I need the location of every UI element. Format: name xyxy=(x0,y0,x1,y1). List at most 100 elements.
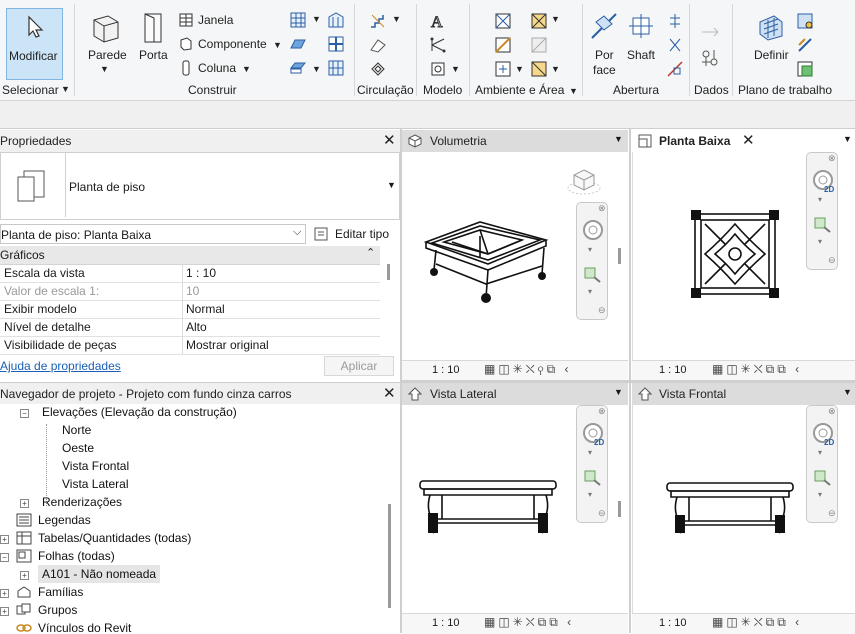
navigation-bar[interactable]: ⊗ ▾ ▾ ⊖ xyxy=(576,202,608,320)
by-face-label-line1[interactable]: Por xyxy=(595,48,614,62)
tree-item-legends[interactable]: Legendas xyxy=(38,513,91,527)
collapse-toggle-icon[interactable]: − xyxy=(20,409,29,418)
tree-item-families[interactable]: Famílias xyxy=(38,585,83,599)
set-workplane-icon[interactable] xyxy=(756,12,786,42)
tree-item-renderings[interactable]: Renderizações xyxy=(42,495,122,509)
view-scrollbar[interactable] xyxy=(618,501,621,517)
area-boundary-icon[interactable] xyxy=(530,36,548,54)
wall-dropdown-icon[interactable]: ▼ xyxy=(100,64,109,74)
view-scale-label[interactable]: 1 : 10 xyxy=(432,617,460,629)
view-scale-label[interactable]: 1 : 10 xyxy=(659,617,687,629)
wall-icon[interactable] xyxy=(90,12,122,44)
steering-wheel-icon[interactable] xyxy=(582,219,604,241)
zoom-dropdown-icon[interactable]: ▾ xyxy=(588,490,592,499)
room-icon[interactable] xyxy=(494,12,512,30)
select-dropdown-icon[interactable]: ▼ xyxy=(61,84,70,94)
show-workplane-icon[interactable] xyxy=(796,12,814,30)
view-lateral-canvas[interactable]: ⊗ 2D ▾ ▾ ⊖ xyxy=(402,405,628,613)
floor-dropdown-icon[interactable]: ▼ xyxy=(312,64,321,74)
viewer-icon[interactable] xyxy=(796,60,814,78)
prop-row-view-scale[interactable]: Escala da vista 1 : 10 xyxy=(0,264,380,283)
type-dropdown-icon[interactable]: ▼ xyxy=(387,180,396,190)
dormer-icon[interactable] xyxy=(666,60,684,78)
tab-menu-icon[interactable]: ▼ xyxy=(843,134,852,144)
tree-item-schedules[interactable]: Tabelas/Quantidades (todas) xyxy=(38,531,191,545)
type-selector[interactable]: Planta de piso ▼ xyxy=(0,152,400,220)
navbar-options-icon[interactable]: ⊖ xyxy=(828,255,836,266)
edit-type-button[interactable]: Editar tipo xyxy=(314,224,394,244)
modify-button[interactable]: Modificar xyxy=(6,8,63,80)
model-line-icon[interactable] xyxy=(429,36,447,54)
room-separator-icon[interactable] xyxy=(494,36,512,54)
door-icon[interactable] xyxy=(142,12,164,44)
room-area-dropdown-icon[interactable]: ▼ xyxy=(569,86,578,96)
railing-icon[interactable] xyxy=(369,60,387,78)
view-control-icons[interactable]: ▦◫✳︎⛌⧉⧉ ‹ xyxy=(712,615,802,630)
tab-menu-icon[interactable]: ▼ xyxy=(614,387,623,397)
expand-toggle-icon[interactable]: + xyxy=(0,607,9,616)
tree-item-revit-links[interactable]: Vínculos do Revit xyxy=(38,621,131,633)
expand-toggle-icon[interactable]: + xyxy=(20,571,29,580)
curtain-system-icon[interactable] xyxy=(328,60,344,76)
navbar-dropdown-icon[interactable]: ▾ xyxy=(818,448,822,457)
zoom-dropdown-icon[interactable]: ▾ xyxy=(818,490,822,499)
collapse-icon[interactable]: ⌃ xyxy=(366,246,375,259)
tab-planta-baixa[interactable]: Planta Baixa ✕ xyxy=(632,130,855,154)
navbar-dropdown-icon[interactable]: ▾ xyxy=(588,448,592,457)
area-dropdown-icon[interactable]: ▼ xyxy=(551,14,560,24)
window-icon[interactable] xyxy=(178,12,194,28)
tab-close-icon[interactable]: ✕ xyxy=(742,131,755,149)
column-label[interactable]: Coluna xyxy=(198,61,236,75)
navbar-close-icon[interactable]: ⊗ xyxy=(598,203,606,214)
prop-row-display-model[interactable]: Exibir modelo Normal xyxy=(0,300,380,319)
tree-item-sheets[interactable]: Folhas (todas) xyxy=(38,549,115,563)
tab-vista-lateral[interactable]: Vista Lateral xyxy=(402,383,628,405)
viewcube-icon[interactable] xyxy=(566,166,602,196)
expand-toggle-icon[interactable]: + xyxy=(0,589,9,598)
tag-area-icon[interactable] xyxy=(530,60,548,78)
by-face-icon[interactable] xyxy=(590,12,618,40)
model-group-dropdown-icon[interactable]: ▼ xyxy=(451,64,460,74)
set-workplane-label[interactable]: Definir xyxy=(754,48,789,62)
view-volumetria-canvas[interactable]: ⊗ ▾ ▾ ⊖ xyxy=(402,152,628,360)
properties-help-link[interactable]: Ajuda de propriedades xyxy=(0,359,121,373)
window-label[interactable]: Janela xyxy=(198,13,233,27)
component-label[interactable]: Componente xyxy=(198,37,267,51)
roof-icon[interactable] xyxy=(328,12,344,28)
prop-value[interactable]: Alto xyxy=(186,320,207,334)
expand-toggle-icon[interactable]: + xyxy=(20,499,29,508)
model-group-icon[interactable] xyxy=(429,60,447,78)
floor-icon[interactable] xyxy=(290,60,306,76)
zoom-icon[interactable] xyxy=(584,265,602,283)
zoom-icon[interactable] xyxy=(814,468,832,486)
view-control-icons[interactable]: ▦◫✳︎⛌⚲⧉ ‹ xyxy=(484,362,572,377)
tab-volumetria[interactable]: Volumetria xyxy=(402,130,628,152)
view-scale-label[interactable]: 1 : 10 xyxy=(659,364,687,376)
component-icon[interactable] xyxy=(178,36,194,52)
by-face-label-line2[interactable]: face xyxy=(593,63,616,77)
grid-icon[interactable] xyxy=(700,48,720,68)
tab-vista-frontal[interactable]: Vista Frontal xyxy=(632,383,855,405)
model-text-icon[interactable]: A xyxy=(429,12,447,31)
vertical-opening-icon[interactable] xyxy=(666,36,684,54)
view-control-icons[interactable]: ▦◫✳︎⛌⧉⧉ ‹ xyxy=(712,362,802,377)
stair-icon[interactable] xyxy=(369,12,387,30)
tree-item-front-view[interactable]: Vista Frontal xyxy=(62,459,129,473)
navbar-options-icon[interactable]: ⊖ xyxy=(598,508,606,519)
tag-room-dropdown-icon[interactable]: ▼ xyxy=(515,64,524,74)
tag-area-dropdown-icon[interactable]: ▼ xyxy=(551,64,560,74)
view-control-icons[interactable]: ▦◫✳︎⛌⧉⧉ ‹ xyxy=(484,615,574,630)
wall-label[interactable]: Parede xyxy=(88,48,127,62)
tree-item-north[interactable]: Norte xyxy=(62,423,91,437)
view-frontal-canvas[interactable]: ⊗ 2D ▾ ▾ ⊖ xyxy=(632,405,855,613)
prop-value[interactable]: 1 : 10 xyxy=(186,266,216,280)
navbar-dropdown-icon[interactable]: ▾ xyxy=(588,245,592,254)
project-browser-close-icon[interactable]: ✕ xyxy=(383,384,396,402)
navbar-options-icon[interactable]: ⊖ xyxy=(828,508,836,519)
view-planta-canvas[interactable]: ⊗ 2D ▾ ▾ ⊖ xyxy=(632,152,855,360)
mullion-icon[interactable] xyxy=(328,36,344,52)
select-group-label[interactable]: Selecionar xyxy=(2,83,59,97)
ceiling-icon[interactable] xyxy=(290,36,306,52)
navigation-bar[interactable]: ⊗ 2D ▾ ▾ ⊖ xyxy=(576,405,608,523)
column-dropdown-icon[interactable]: ▼ xyxy=(242,64,251,74)
